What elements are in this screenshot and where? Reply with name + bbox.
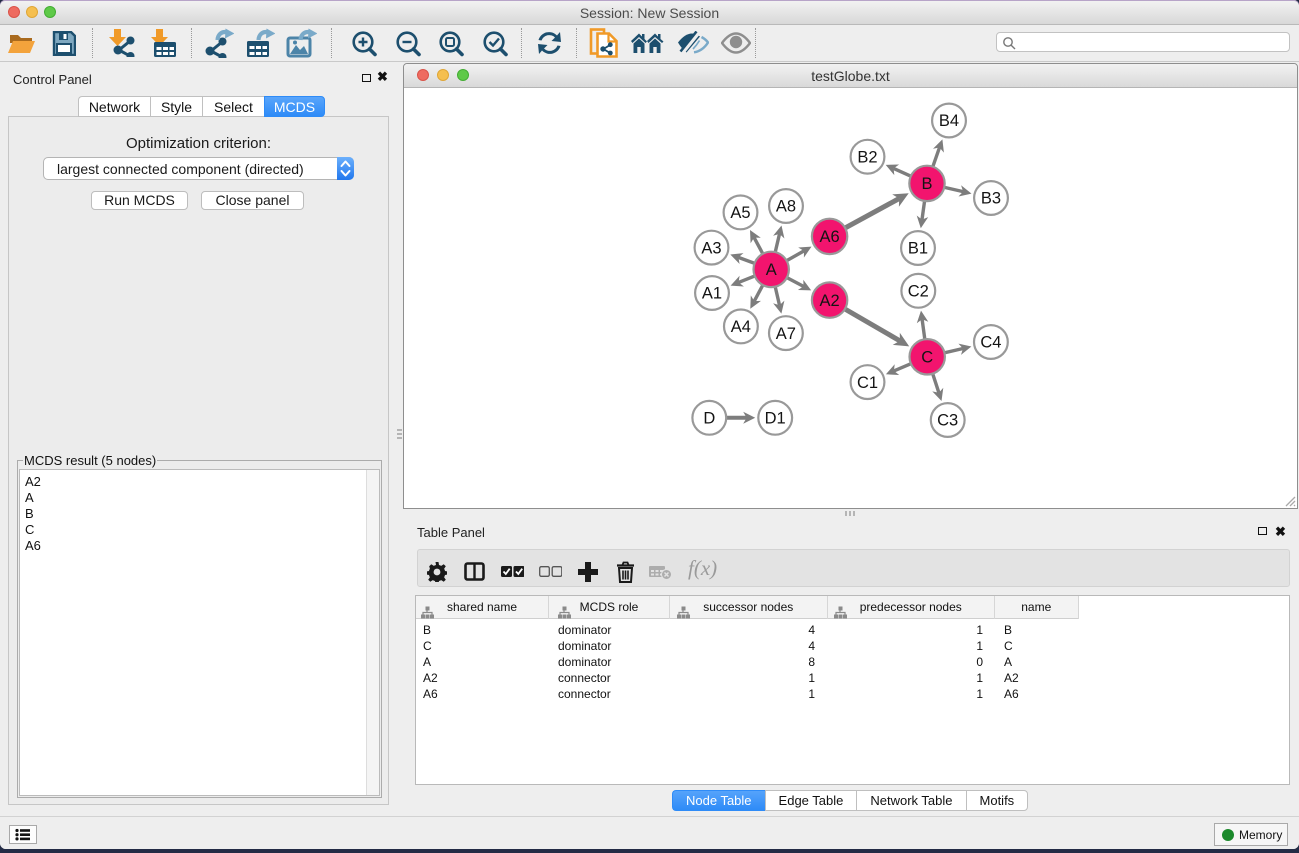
- svg-text:C1: C1: [857, 374, 878, 392]
- svg-text:A6: A6: [820, 228, 840, 246]
- svg-text:B: B: [921, 175, 932, 193]
- svg-text:A5: A5: [730, 204, 750, 222]
- svg-text:D: D: [703, 410, 715, 428]
- svg-text:B4: B4: [939, 112, 959, 130]
- svg-text:D1: D1: [765, 410, 786, 428]
- svg-text:C2: C2: [908, 283, 929, 301]
- svg-text:A3: A3: [701, 239, 721, 257]
- svg-text:A2: A2: [820, 292, 840, 310]
- svg-text:C3: C3: [937, 412, 958, 430]
- svg-text:C: C: [921, 349, 933, 367]
- svg-text:A: A: [766, 261, 777, 279]
- svg-text:A7: A7: [776, 325, 796, 343]
- svg-text:B2: B2: [857, 148, 877, 166]
- svg-text:B3: B3: [981, 190, 1001, 208]
- svg-text:A8: A8: [776, 198, 796, 216]
- svg-text:A4: A4: [731, 318, 751, 336]
- svg-text:A1: A1: [702, 285, 722, 303]
- svg-text:B1: B1: [908, 240, 928, 258]
- svg-text:C4: C4: [980, 334, 1001, 352]
